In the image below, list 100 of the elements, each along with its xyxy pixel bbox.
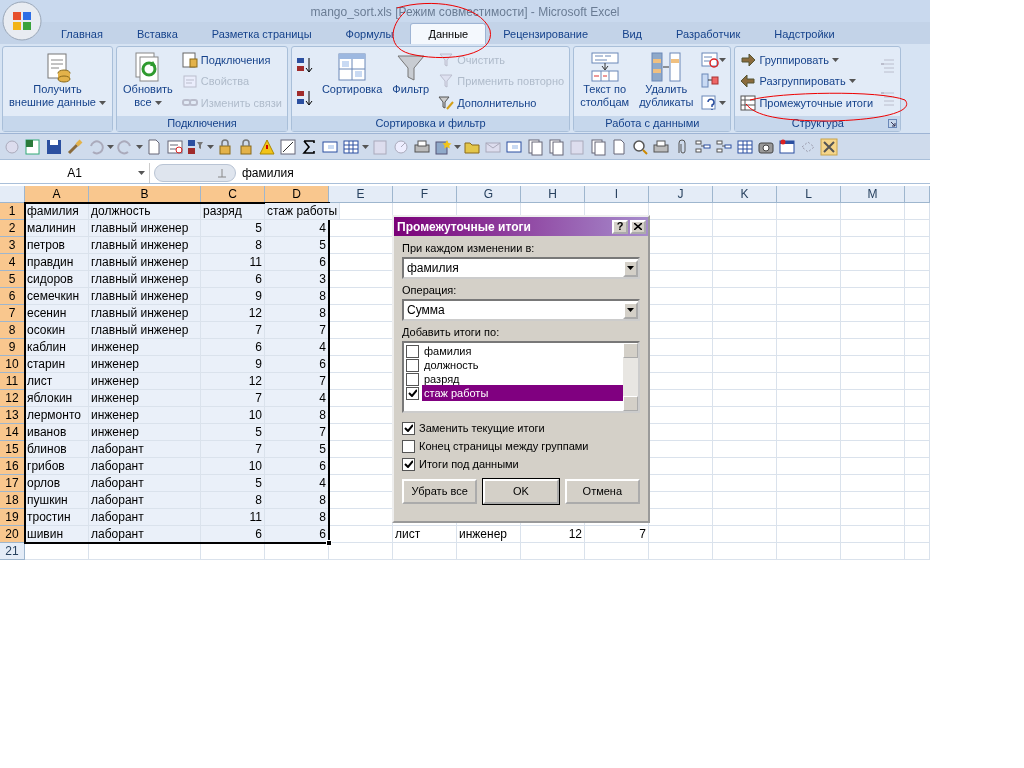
table-cell (841, 424, 905, 441)
ribbon-button[interactable]: Обновить все (120, 49, 176, 114)
row-header[interactable]: 5 (0, 271, 25, 288)
table-cell: старин (25, 356, 89, 373)
table-cell (841, 441, 905, 458)
ribbon-tab[interactable]: Данные (410, 23, 487, 44)
table-cell: пушкин (25, 492, 89, 509)
table-cell (713, 407, 777, 424)
table-cell: лист (25, 373, 89, 390)
help-button[interactable]: ? (612, 219, 628, 234)
table-cell: семечкин (25, 288, 89, 305)
checkbox[interactable] (402, 439, 415, 453)
scroll-down-button[interactable] (623, 396, 638, 411)
validation-button[interactable] (700, 49, 728, 70)
column-header[interactable]: L (777, 186, 841, 203)
ribbon-button[interactable]: Фильтр (389, 49, 433, 114)
row-header[interactable]: 13 (0, 407, 25, 424)
close-button[interactable] (630, 219, 646, 234)
row-header[interactable]: 11 (0, 373, 25, 390)
dialog-button[interactable]: Отмена (564, 479, 640, 504)
row-header[interactable]: 18 (0, 492, 25, 509)
column-select[interactable]: фамилия (402, 257, 640, 279)
checkbox[interactable] (406, 358, 419, 372)
column-header[interactable]: H (521, 186, 585, 203)
row-header[interactable]: 14 (0, 424, 25, 441)
dialog-launcher-icon[interactable] (888, 119, 898, 128)
dialog-button[interactable]: OK (483, 479, 559, 504)
ribbon-tab[interactable]: Вставка (119, 24, 195, 44)
checkbox[interactable] (406, 386, 419, 400)
row-header[interactable]: 19 (0, 509, 25, 526)
ribbon-tab[interactable]: Разметка страницы (194, 24, 329, 44)
pages-icon[interactable] (525, 136, 545, 157)
ribbon-tab[interactable]: Надстройки (757, 24, 852, 44)
checkbox[interactable] (406, 372, 419, 386)
ribbon-tab[interactable]: Главная (44, 24, 120, 44)
formula-field[interactable]: фамилия (236, 163, 294, 182)
row-header[interactable]: 6 (0, 288, 25, 305)
table-cell: 3 (265, 271, 329, 288)
table-cell (201, 543, 265, 560)
ribbon-button[interactable]: Дополнительно (436, 93, 567, 113)
pages-icon[interactable] (588, 136, 608, 157)
table-cell (713, 424, 777, 441)
ribbon-button[interactable]: Сортировка (318, 49, 386, 114)
table-cell: 6 (265, 458, 329, 475)
checkbox[interactable] (406, 344, 419, 358)
ribbon-button[interactable]: Удалить дубликаты (636, 49, 697, 114)
row-header[interactable]: 9 (0, 339, 25, 356)
ribbon-button[interactable]: Промежуточные итоги (738, 93, 876, 113)
table-cell: малинин (25, 220, 89, 237)
column-header[interactable]: F (393, 186, 457, 203)
ribbon-button[interactable]: Получить внешние данные (6, 49, 110, 114)
column-header[interactable]: I (585, 186, 649, 203)
row-header[interactable]: 17 (0, 475, 25, 492)
row-header[interactable]: 21 (0, 543, 25, 560)
row-header[interactable]: 7 (0, 305, 25, 322)
sort-grid-icon (336, 51, 369, 83)
ribbon-tab[interactable]: Формулы (328, 24, 411, 44)
row-header[interactable]: 2 (0, 220, 25, 237)
table-cell (777, 424, 841, 441)
row-header[interactable]: 1 (0, 203, 25, 220)
spreadsheet-icon[interactable] (23, 136, 43, 157)
row-header[interactable]: 16 (0, 458, 25, 475)
row-header[interactable]: 8 (0, 322, 25, 339)
table-cell: главный инженер (89, 254, 201, 271)
column-header[interactable]: J (649, 186, 713, 203)
pages-icon[interactable] (546, 136, 566, 157)
ribbon-tab[interactable]: Разработчик (659, 24, 758, 44)
ribbon-button[interactable]: Подключения (179, 50, 284, 70)
checkbox[interactable] (402, 457, 415, 471)
name-box[interactable]: A1 (0, 162, 150, 183)
column-header[interactable]: M (841, 186, 905, 203)
scrollbar[interactable] (623, 343, 638, 411)
table-cell (777, 458, 841, 475)
row-header[interactable]: 20 (0, 526, 25, 543)
row-header[interactable]: 12 (0, 390, 25, 407)
operation-select[interactable]: Сумма (402, 299, 640, 321)
table-cell (777, 390, 841, 407)
fill-handle[interactable] (326, 540, 332, 546)
table-cell: 4 (265, 339, 329, 356)
ribbon-button[interactable]: Группировать (738, 50, 876, 70)
ribbon-tab[interactable]: Рецензирование (486, 24, 606, 44)
ribbon-button[interactable]: Текст по столбцам (577, 49, 633, 114)
row-header[interactable]: 10 (0, 356, 25, 373)
table-cell (457, 543, 521, 560)
row-header[interactable]: 4 (0, 254, 25, 271)
column-header[interactable]: E (329, 186, 393, 203)
list-item[interactable]: стаж работы (422, 384, 623, 402)
column-header[interactable]: G (457, 186, 521, 203)
table-cell (713, 203, 777, 220)
row-header[interactable]: 15 (0, 441, 25, 458)
scroll-up-button[interactable] (623, 343, 638, 358)
row-header[interactable]: 3 (0, 237, 25, 254)
ribbon-tab[interactable]: Вид (605, 24, 660, 44)
table-cell (777, 475, 841, 492)
ribbon-button[interactable]: Разгруппировать (738, 72, 876, 91)
caret-icon (454, 144, 461, 149)
dialog-button[interactable]: Убрать все (402, 479, 478, 504)
checkbox[interactable] (402, 421, 415, 435)
column-header[interactable]: K (713, 186, 777, 203)
tools-icon[interactable] (819, 136, 839, 157)
